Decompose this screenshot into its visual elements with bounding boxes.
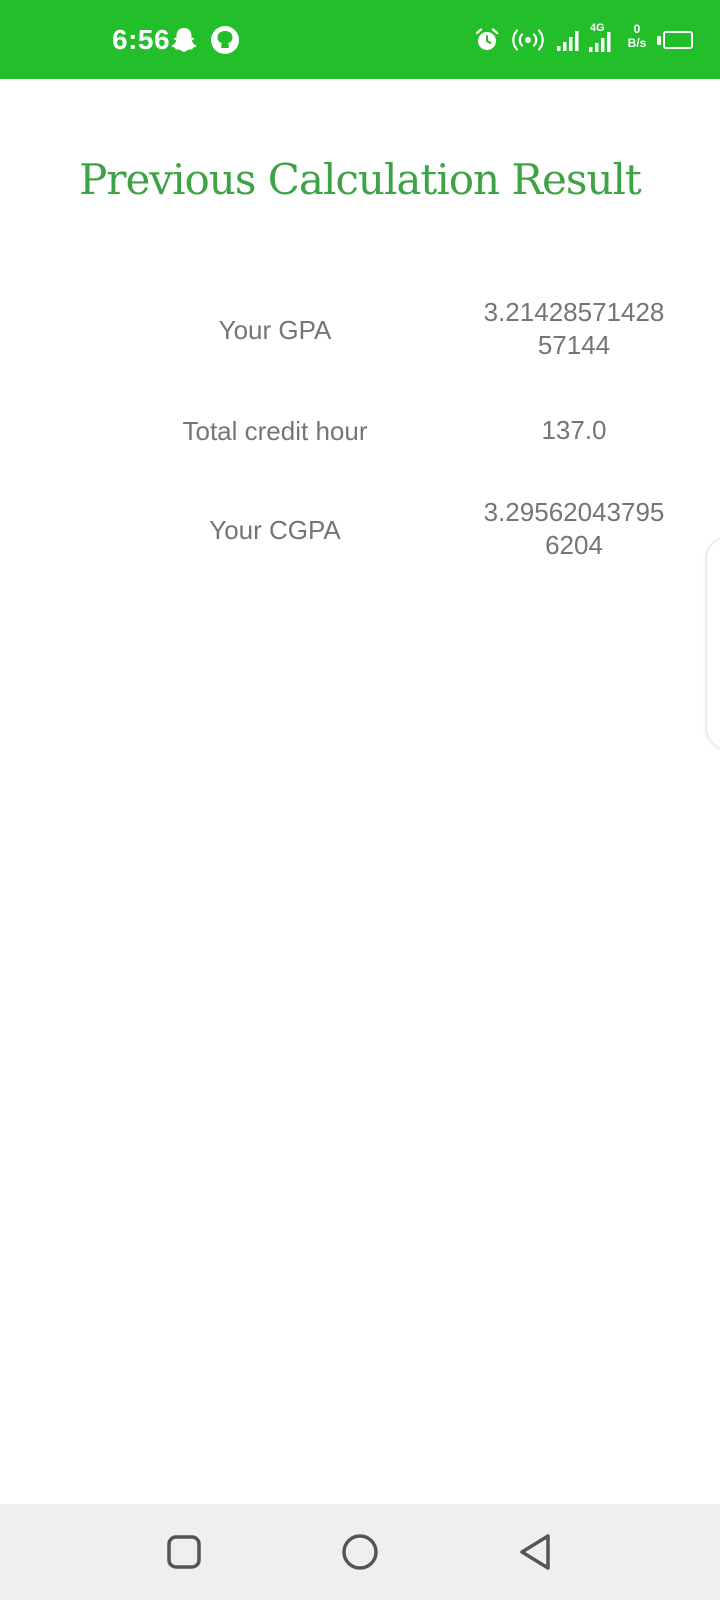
recents-button[interactable]	[156, 1524, 212, 1580]
result-value: 3.2142857142857144	[483, 297, 665, 360]
status-bar: 6:56 4G 0 B/s 70	[0, 0, 720, 79]
signal-4g-icon	[589, 32, 611, 52]
screen: 6:56 4G 0 B/s 70 Previous Calculation Re…	[0, 0, 720, 1600]
status-time: 6:56	[112, 24, 171, 55]
result-value: 3.295620437956204	[483, 497, 665, 560]
page-title: Previous Calculation Result	[79, 155, 642, 204]
back-button[interactable]	[508, 1524, 564, 1580]
net-speed-value: 0	[633, 22, 641, 36]
net-speed-unit: B/s	[627, 36, 647, 50]
hotspot-icon	[512, 29, 544, 51]
battery-nub	[657, 36, 661, 45]
net-speed: 0 B/s	[620, 22, 654, 50]
home-button[interactable]	[332, 1524, 388, 1580]
alarm-icon	[475, 28, 499, 50]
result-value: 137.0	[541, 415, 607, 445]
battery-icon: 70	[663, 31, 693, 49]
result-label: Total credit hour	[182, 416, 368, 446]
navigation-bar	[0, 1504, 720, 1600]
github-icon	[211, 26, 239, 54]
result-label: Your GPA	[218, 315, 332, 345]
battery-level: 70	[670, 32, 686, 47]
edge-panel-handle[interactable]	[706, 537, 720, 750]
snapchat-icon	[171, 28, 197, 52]
result-label: Your CGPA	[209, 515, 341, 545]
signal-icon	[557, 31, 579, 51]
